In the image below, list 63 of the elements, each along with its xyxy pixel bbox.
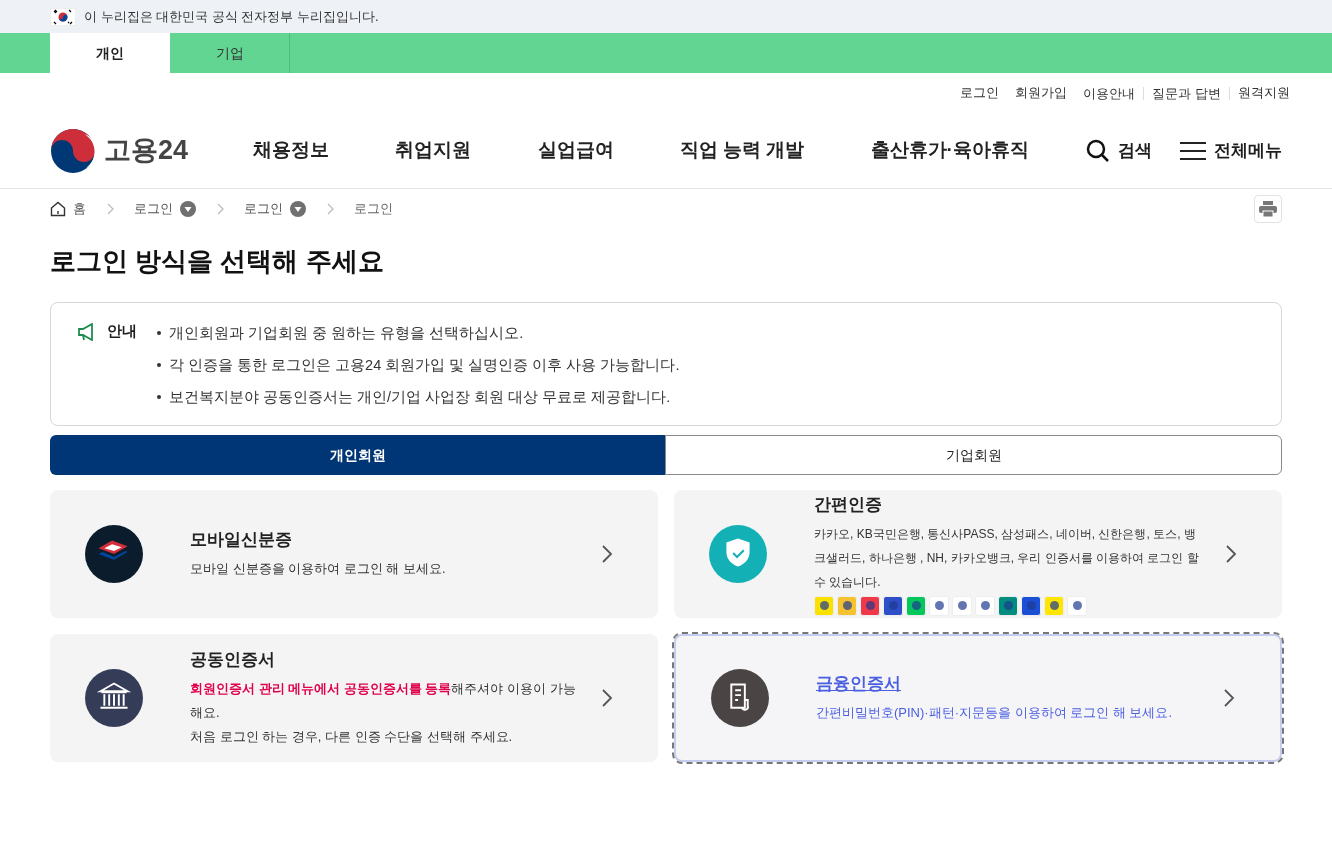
login-option-card[interactable]: 모바일신분증 모바일 신분증을 이용하여 로그인 해 보세요. — [50, 490, 658, 618]
flag-icon — [50, 7, 76, 26]
menu-button[interactable]: 전체메뉴 — [1180, 137, 1282, 164]
chevron-right-icon — [601, 688, 613, 708]
site-tab[interactable]: 개인 — [50, 33, 170, 73]
utility-link[interactable]: 회원가입 — [1007, 83, 1076, 103]
print-button[interactable] — [1254, 195, 1282, 223]
nav-link[interactable]: 출산휴가·육아휴직 — [870, 136, 1029, 165]
logo-icon[interactable] — [50, 127, 96, 174]
option-description: 처음 로그인 하는 경우, 다른 인증 수단을 선택해 주세요. — [190, 727, 514, 746]
option-title: 공동인증서 — [190, 649, 276, 672]
breadcrumb-link[interactable]: 홈 — [50, 199, 86, 219]
notice-text: 개인회원과 기업회원 중 원하는 유형을 선택하십시오. — [169, 324, 524, 343]
option-title: 간편인증 — [814, 494, 883, 517]
bullet — [157, 363, 161, 367]
member-tab[interactable]: 개인회원 — [50, 435, 665, 475]
nav-link[interactable]: 취업지원 — [395, 136, 472, 165]
chevron-icon — [106, 203, 114, 215]
option-title: 모바일신분증 — [190, 529, 293, 552]
login-option-card[interactable]: 금융인증서 간편비밀번호(PIN)·패턴·지문등을 이용하여 로그인 해 보세요. — [674, 634, 1282, 762]
search-icon — [1086, 138, 1110, 163]
bullet — [157, 395, 161, 399]
home-icon — [50, 201, 66, 217]
site-tab[interactable]: 기업 — [170, 33, 290, 73]
bullet — [157, 331, 161, 335]
print-icon — [1259, 201, 1277, 217]
document-icon — [711, 669, 769, 727]
breadcrumb-link[interactable]: 로그인 — [134, 199, 196, 219]
option-description: 회원인증서 관리 메뉴에서 공동인증서를 등록해주셔야 이용이 가능해요. — [190, 679, 577, 722]
chevron-right-icon — [601, 544, 613, 564]
chevron-right-icon — [1225, 544, 1237, 564]
login-option-card[interactable]: 공동인증서 회원인증서 관리 메뉴에서 공동인증서를 등록해주셔야 이용이 가능해요. 처음 로그인 하는 경우, 다른 인증 수단을 선택해 주세요. — [50, 634, 658, 762]
shield-check-icon — [709, 525, 767, 583]
option-description: 모바일 신분증을 이용하여 로그인 해 보세요. — [190, 559, 447, 578]
utility-link[interactable]: 질문과 답변 — [1144, 86, 1230, 100]
search-button[interactable]: 검색 — [1086, 137, 1152, 164]
utility-link[interactable]: 원격지원 — [1230, 83, 1298, 103]
bank-icon — [85, 669, 143, 727]
notice-text: 보건복지분야 공동인증서는 개인/기업 사업장 회원 대상 무료로 제공합니다. — [169, 388, 671, 407]
member-tab[interactable]: 기업회원 — [665, 435, 1282, 475]
utility-link[interactable]: 로그인 — [952, 83, 1008, 103]
page-title: 로그인 방식을 선택해 주세요 — [49, 245, 385, 278]
menu-icon — [1180, 140, 1206, 161]
logo-text: 고용24 — [104, 134, 189, 168]
dropdown-icon — [180, 201, 196, 217]
chevron-right-icon — [1223, 688, 1235, 708]
banner-text: 이 누리집은 대한민국 공식 전자정부 누리집입니다. — [84, 7, 379, 26]
option-title: 금융인증서 — [816, 673, 902, 696]
id-card-icon — [85, 525, 143, 583]
option-description: 간편비밀번호(PIN)·패턴·지문등을 이용하여 로그인 해 보세요. — [816, 703, 1174, 722]
login-option-card[interactable]: 간편인증 카카오, KB국민은행, 통신사PASS, 삼성패스, 네이버, 신한은행, 토스, 뱅크샐러드, 하나은행 , NH, 카카오뱅크, 우리 인증서를 이용하여 로그인 할 수 있습니다. — [674, 490, 1282, 618]
chevron-icon — [326, 203, 334, 215]
chevron-icon — [216, 203, 224, 215]
nav-link[interactable]: 채용정보 — [253, 136, 330, 165]
nav-link[interactable]: 직업 능력 개발 — [679, 136, 805, 165]
breadcrumb-link[interactable]: 로그인 — [354, 199, 393, 219]
utility-link[interactable]: 이용안내 — [1075, 86, 1145, 100]
notice-label: 안내 — [107, 321, 138, 341]
option-description: 카카오, KB국민은행, 통신사PASS, 삼성패스, 네이버, 신한은행, 토스, 뱅크샐러드, 하나은행 , NH, 카카오뱅크, 우리 인증서를 이용하여 로그인 할 수 있습니다. — [814, 525, 1200, 591]
dropdown-icon — [290, 201, 306, 217]
notice-text: 각 인증을 통한 로그인은 고용24 회원가입 및 실명인증 이후 사용 가능합니다. — [169, 356, 680, 375]
breadcrumb-link[interactable]: 로그인 — [244, 199, 306, 219]
nav-link[interactable]: 실업급여 — [537, 136, 614, 165]
